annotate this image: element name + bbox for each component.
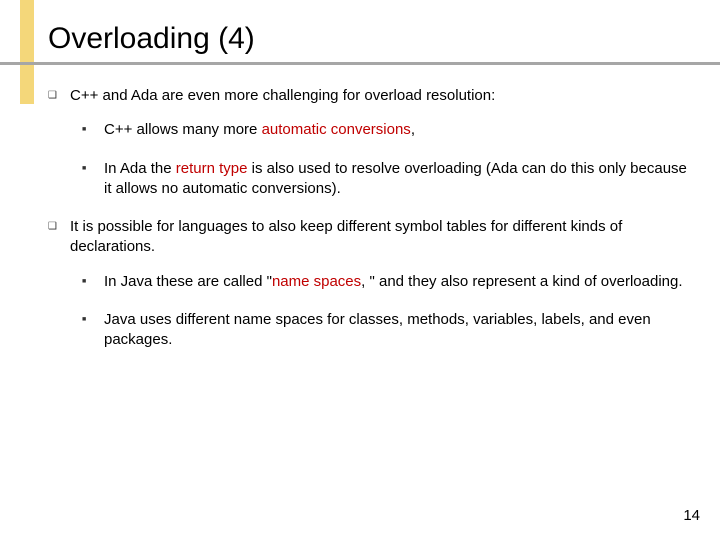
bullet-level2: ■ In Ada the return type is also used to…	[48, 159, 688, 200]
highlight-text: return type	[176, 160, 248, 177]
bullet-text: In Ada the return type is also used to r…	[104, 159, 688, 200]
page-number: 14	[683, 507, 700, 524]
bullet-level2: ■ Java uses different name spaces for cl…	[48, 310, 688, 351]
bullet-text: It is possible for languages to also kee…	[70, 217, 688, 258]
slide-title: Overloading (4)	[48, 22, 255, 56]
square-bullet-icon: ■	[82, 310, 104, 351]
highlight-text: automatic conversions	[262, 121, 411, 138]
bullet-level2: ■ C++ allows many more automatic convers…	[48, 120, 688, 140]
square-bullet-icon: ■	[82, 120, 104, 140]
slide-content: ❑ C++ and Ada are even more challenging …	[48, 86, 688, 368]
bullet-level1: ❑ It is possible for languages to also k…	[48, 217, 688, 258]
bullet-text: Java uses different name spaces for clas…	[104, 310, 688, 351]
bullet-text: C++ and Ada are even more challenging fo…	[70, 86, 495, 106]
accent-horizontal-line	[0, 62, 720, 65]
bullet-text: In Java these are called "name spaces, "…	[104, 272, 683, 292]
bullet-text: C++ allows many more automatic conversio…	[104, 120, 415, 140]
square-bullet-icon: ■	[82, 159, 104, 200]
accent-vertical-bar	[20, 0, 34, 104]
highlight-text: name spaces	[272, 273, 361, 290]
square-bullet-icon: ❑	[48, 217, 70, 258]
bullet-level1: ❑ C++ and Ada are even more challenging …	[48, 86, 688, 106]
bullet-level2: ■ In Java these are called "name spaces,…	[48, 272, 688, 292]
square-bullet-icon: ■	[82, 272, 104, 292]
square-bullet-icon: ❑	[48, 86, 70, 106]
